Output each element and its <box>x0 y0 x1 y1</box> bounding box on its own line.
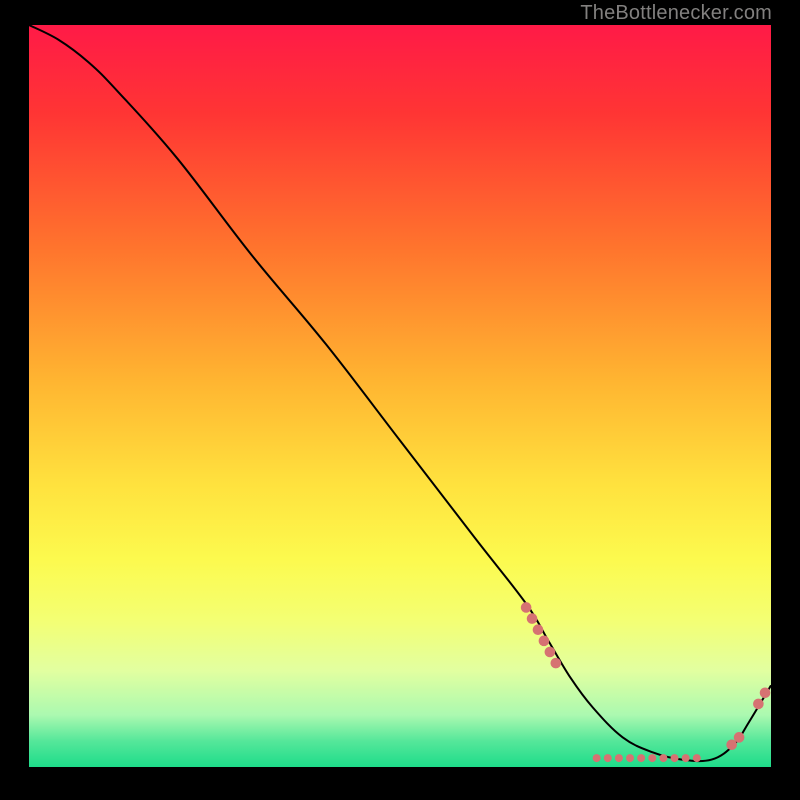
data-point <box>551 658 562 669</box>
chart-canvas: TheBottleneсker.com <box>0 0 800 800</box>
data-point <box>693 754 701 762</box>
gradient-background <box>29 25 771 767</box>
plot-area <box>29 25 771 767</box>
data-point <box>682 754 690 762</box>
data-point <box>527 613 538 624</box>
data-point <box>615 754 623 762</box>
chart-svg <box>29 25 771 767</box>
watermark-text: TheBottleneсker.com <box>580 2 772 25</box>
data-point <box>545 647 556 658</box>
data-point <box>626 754 634 762</box>
data-point <box>521 602 532 613</box>
data-point <box>604 754 612 762</box>
data-point <box>637 754 645 762</box>
data-point <box>539 636 550 647</box>
data-point <box>753 699 764 710</box>
data-point <box>648 754 656 762</box>
data-point <box>659 754 667 762</box>
data-point <box>760 688 771 699</box>
data-point <box>533 624 544 635</box>
data-point <box>593 754 601 762</box>
data-point <box>734 732 745 743</box>
data-point <box>671 754 679 762</box>
